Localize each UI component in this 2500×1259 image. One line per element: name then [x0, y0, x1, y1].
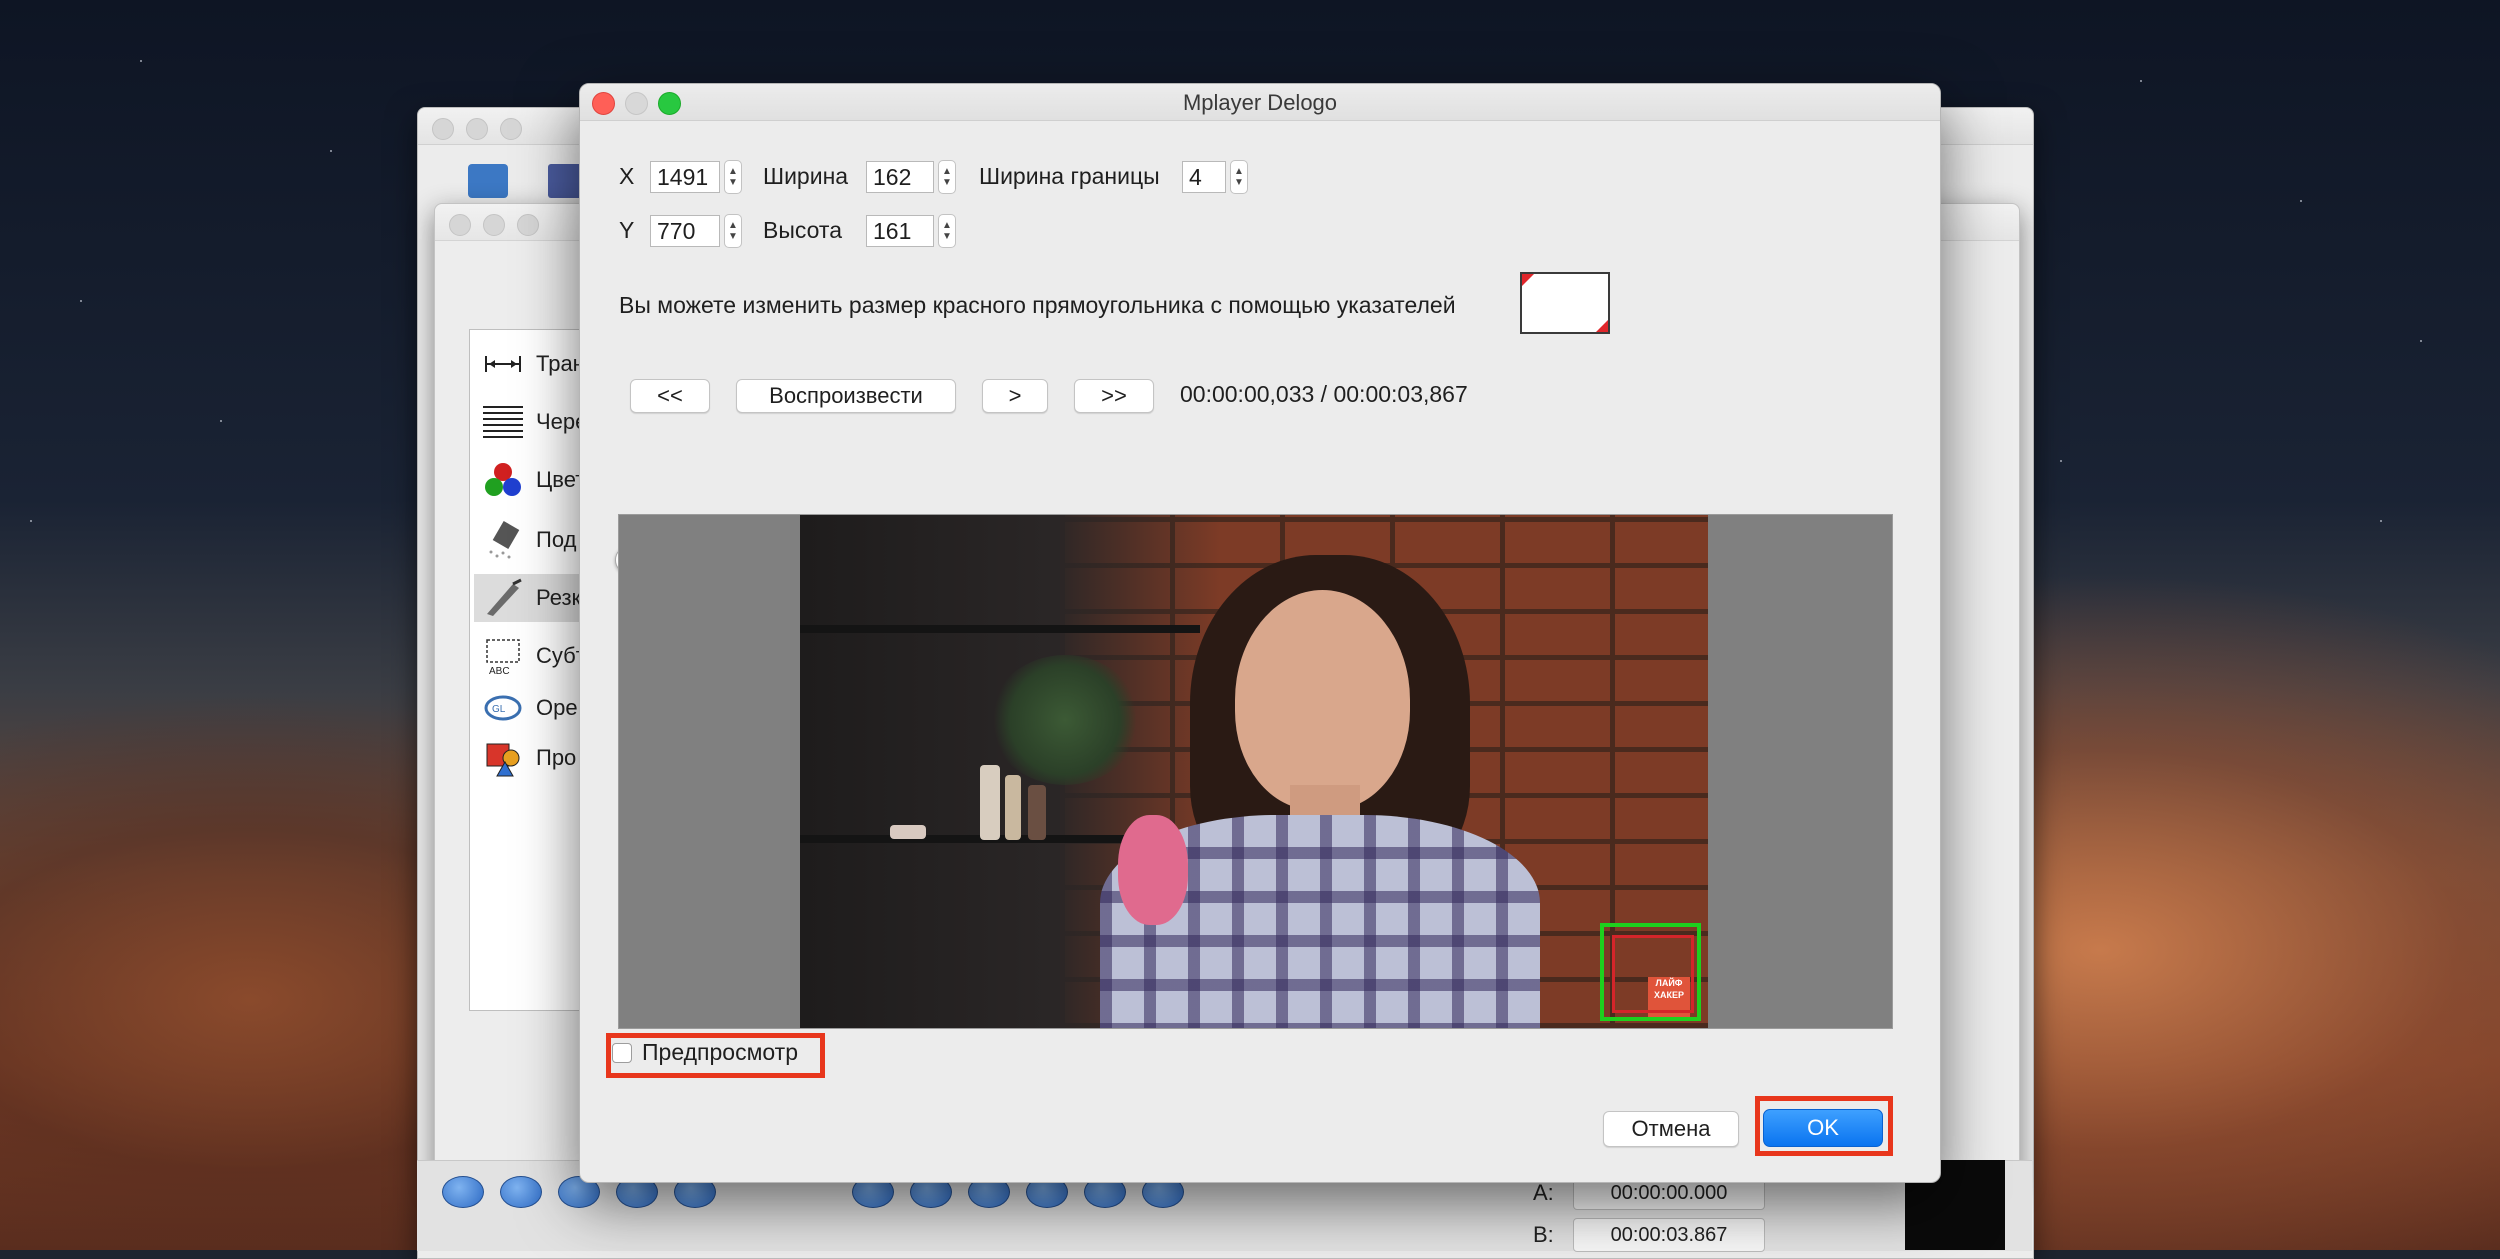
corner-handle-icon: [1522, 274, 1534, 286]
y-input[interactable]: 770: [650, 215, 720, 247]
marker-b-label: B:: [1533, 1222, 1554, 1247]
dialog-title: Mplayer Delogo: [1182, 90, 1338, 115]
cancel-button[interactable]: Отмена: [1603, 1111, 1739, 1147]
open-folder-icon[interactable]: [468, 164, 508, 198]
nav-button-icon[interactable]: [500, 1176, 542, 1208]
star: [330, 150, 332, 152]
logo-area-red-box[interactable]: [1612, 935, 1694, 1013]
filter-item[interactable]: ABC Субт: [482, 632, 586, 680]
border-width-input[interactable]: 4: [1182, 161, 1226, 193]
knife-icon: [482, 577, 524, 619]
shelf: [800, 625, 1200, 633]
jar: [890, 825, 926, 839]
height-input[interactable]: 161: [866, 215, 934, 247]
eraser-icon: [482, 519, 524, 561]
star: [2140, 80, 2142, 82]
star: [140, 60, 142, 62]
y-label: Y: [619, 217, 635, 243]
rewind-button[interactable]: <<: [630, 379, 710, 413]
pink-object: [1118, 815, 1188, 925]
border-width-stepper[interactable]: ▲ ▼: [1230, 160, 1248, 194]
color-balls-icon: [482, 459, 524, 501]
bottle: [1028, 785, 1046, 840]
filter-item[interactable]: GL Open: [482, 684, 590, 732]
x-stepper[interactable]: ▲ ▼: [724, 160, 742, 194]
corner-handle-icon: [1596, 320, 1608, 332]
ok-highlight: [1755, 1096, 1893, 1156]
lines-icon: [482, 401, 524, 443]
bottle: [980, 765, 1000, 840]
filter-label: Про: [536, 745, 577, 770]
star: [30, 520, 32, 522]
filter-label: Резк: [536, 585, 582, 610]
step-forward-button[interactable]: >: [982, 379, 1048, 413]
marker-b-field[interactable]: 00:00:03.867: [1573, 1218, 1765, 1252]
person-face: [1235, 590, 1410, 810]
zoom-button[interactable]: [500, 118, 522, 140]
dialog-titlebar: Mplayer Delogo: [580, 84, 1940, 121]
plant: [990, 655, 1140, 785]
filter-item[interactable]: Тран: [482, 340, 585, 388]
marker-a-label: A:: [1533, 1180, 1554, 1205]
filter-label: Цвет: [536, 467, 586, 492]
nav-button-icon[interactable]: [442, 1176, 484, 1208]
resize-hint: Вы можете изменить размер красного прямо…: [619, 292, 1456, 318]
star: [220, 420, 222, 422]
filter-label: Тран: [536, 351, 585, 376]
bottle: [1005, 775, 1021, 840]
x-input[interactable]: 1491: [650, 161, 720, 193]
width-stepper[interactable]: ▲ ▼: [938, 160, 956, 194]
border-width-label: Ширина границы: [979, 163, 1160, 189]
zoom-button[interactable]: [517, 214, 539, 236]
y-stepper[interactable]: ▲ ▼: [724, 214, 742, 248]
height-label: Высота: [763, 217, 842, 243]
x-label: X: [619, 163, 635, 189]
filter-item[interactable]: Под: [482, 516, 576, 564]
star: [2380, 520, 2382, 522]
subtitle-icon: ABC: [482, 635, 524, 677]
fast-forward-button[interactable]: >>: [1074, 379, 1154, 413]
shapes-icon: [482, 737, 524, 779]
preview-highlight: [606, 1033, 825, 1078]
minimize-button[interactable]: [483, 214, 505, 236]
close-button[interactable]: [432, 118, 454, 140]
delogo-dialog: Mplayer Delogo X 1491 ▲ ▼ Ширина 162 ▲ ▼ Ш…: [579, 83, 1941, 1183]
filter-item[interactable]: Цвет: [482, 456, 585, 504]
star: [2300, 200, 2302, 202]
width-input[interactable]: 162: [866, 161, 934, 193]
rectangle-preview-icon: [1520, 272, 1610, 334]
height-stepper[interactable]: ▲ ▼: [938, 214, 956, 248]
width-label: Ширина: [763, 163, 849, 189]
close-button[interactable]: [449, 214, 471, 236]
video-frame: ЛАЙФ ХАКЕР: [800, 515, 1708, 1028]
arrow-width-icon: [482, 343, 524, 385]
minimize-button[interactable]: [466, 118, 488, 140]
play-button[interactable]: Воспроизвести: [736, 379, 956, 413]
star: [2060, 460, 2062, 462]
star: [80, 300, 82, 302]
video-preview-area[interactable]: ЛАЙФ ХАКЕР: [618, 514, 1893, 1029]
star: [2420, 340, 2422, 342]
filter-item[interactable]: Про: [482, 734, 576, 782]
svg-text:GL: GL: [492, 704, 506, 715]
opengl-icon: GL: [482, 687, 524, 729]
svg-text:ABC: ABC: [489, 666, 510, 676]
timecode-display: 00:00:00,033 / 00:00:03,867: [1180, 381, 1468, 407]
filter-label: Под: [536, 527, 577, 552]
